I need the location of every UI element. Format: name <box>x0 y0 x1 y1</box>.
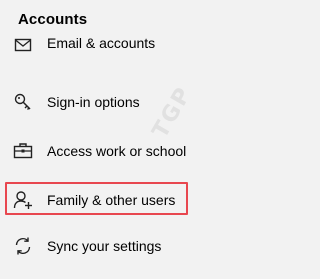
nav-item-email-accounts[interactable]: Email & accounts <box>0 38 245 68</box>
nav-item-label: Email & accounts <box>47 38 156 51</box>
key-icon <box>12 91 34 113</box>
highlight-box <box>5 182 188 215</box>
mail-icon <box>12 38 34 56</box>
nav-item-label: Access work or school <box>47 143 187 159</box>
nav-item-access-work-school[interactable]: Access work or school <box>0 133 245 169</box>
nav-item-label: Sync your settings <box>47 238 162 254</box>
nav-item-label: Sign-in options <box>47 94 140 110</box>
sync-icon <box>12 235 34 257</box>
nav-item-sign-in-options[interactable]: Sign-in options <box>0 84 245 120</box>
section-title-accounts: Accounts <box>18 11 88 28</box>
nav-item-sync-settings[interactable]: Sync your settings <box>0 228 245 264</box>
briefcase-icon <box>12 140 34 162</box>
